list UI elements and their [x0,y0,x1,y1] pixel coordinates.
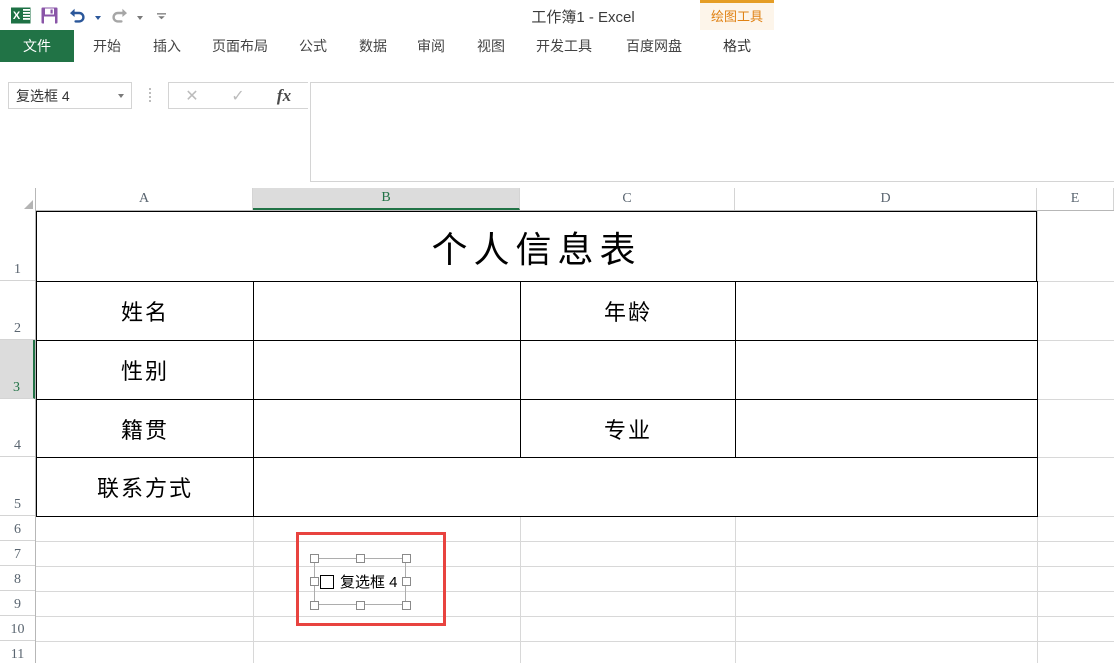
row-headers: 1 2 3 4 5 6 7 8 9 10 11 [0,211,36,663]
column-headers: ABCDE [0,188,1114,211]
resize-handle-w[interactable] [309,577,319,586]
resize-handle-e[interactable] [401,577,411,586]
formula-input[interactable] [310,82,1114,182]
chevron-down-icon[interactable] [111,93,131,98]
cell-b5-value[interactable] [253,457,1038,517]
checkbox-label: 复选框 4 [340,574,398,591]
cell-a2-name[interactable]: 姓名 [36,281,254,341]
cell-area: 个人信息表 姓名 年龄性别 籍贯 专业联系方式 复选框 4 [36,211,1114,663]
row-header-6[interactable]: 6 [0,516,35,541]
window-title: 工作簿1 - Excel [0,6,1114,27]
cell-c3-value[interactable] [520,340,736,400]
formula-bar-grip [149,88,152,102]
cell-b4-value[interactable] [253,399,521,458]
cell-c2-age[interactable]: 年龄 [520,281,736,341]
resize-handle-se[interactable] [401,600,411,610]
row-header-9[interactable]: 9 [0,591,35,616]
row-header-5[interactable]: 5 [0,457,35,516]
cell-b3-value[interactable] [253,340,521,400]
cell-c4-major[interactable]: 专业 [520,399,736,458]
tab-10[interactable]: 格式 [700,30,774,62]
row-header-3[interactable]: 3 [0,340,35,399]
name-box[interactable]: 复选框 4 [8,82,132,109]
tab-file[interactable]: 文件 [0,30,74,62]
gridline-horizontal [36,541,1114,542]
tab-6[interactable]: 审阅 [404,30,458,62]
column-header-A[interactable]: A [36,188,253,210]
tab-9[interactable]: 百度网盘 [612,30,696,62]
tab-2[interactable]: 插入 [140,30,194,62]
cancel-formula-button[interactable]: ✕ [169,83,215,108]
gridline-horizontal [36,566,1114,567]
resize-handle-nw[interactable] [309,553,319,563]
tab-1[interactable]: 开始 [80,30,134,62]
row-header-1[interactable]: 1 [0,211,35,281]
cell-a4-hometown[interactable]: 籍贯 [36,399,254,458]
excel-window: X 工作簿1 - Excel 绘图工具 文件 开始 插入 页面布局 公式 数据 … [0,0,1114,663]
gridline-horizontal [36,641,1114,642]
checkbox-content: 复选框 4 [320,558,398,605]
cell-a5-contact[interactable]: 联系方式 [36,457,254,517]
tab-7[interactable]: 视图 [464,30,518,62]
row-header-4[interactable]: 4 [0,399,35,457]
checkbox-form-control[interactable]: 复选框 4 [309,553,411,610]
worksheet-grid: ABCDE 1 2 3 4 5 6 7 8 9 10 11 个人信息表 姓名 年龄性别 籍贯 专业联系方式 … [0,188,1114,663]
select-all-corner[interactable] [0,188,36,211]
column-header-B[interactable]: B [253,188,520,210]
column-header-D[interactable]: D [735,188,1037,210]
resize-handle-n[interactable] [355,553,365,563]
tab-8[interactable]: 开发工具 [522,30,606,62]
window-title-text: 工作簿1 - Excel [531,9,635,26]
formula-bar-area: 复选框 4 ✕ ✓ fx [0,62,1114,188]
formula-action-buttons: ✕ ✓ fx [168,82,308,109]
row-header-7[interactable]: 7 [0,541,35,566]
column-header-E[interactable]: E [1037,188,1114,210]
select-all-triangle-icon [24,200,33,209]
cell-a3-gender[interactable]: 性别 [36,340,254,400]
cell-b2-value[interactable] [253,281,521,341]
cell-title[interactable]: 个人信息表 [36,211,1037,282]
tab-3[interactable]: 页面布局 [198,30,282,62]
cell-d2-value[interactable] [735,281,1038,341]
tab-4[interactable]: 公式 [286,30,340,62]
name-box-value: 复选框 4 [16,87,70,104]
gridline-horizontal [36,591,1114,592]
gridline-horizontal [36,616,1114,617]
contextual-tool-accent-bar [700,0,774,3]
resize-handle-sw[interactable] [309,600,319,610]
row-header-8[interactable]: 8 [0,566,35,591]
row-header-11[interactable]: 11 [0,641,35,663]
contextual-tool-label: 绘图工具 [710,9,763,24]
tab-5[interactable]: 数据 [346,30,400,62]
title-bar: X 工作簿1 - Excel [0,0,1114,30]
cell-d3-value[interactable] [735,340,1038,400]
column-header-C[interactable]: C [520,188,735,210]
checkbox-box-icon[interactable] [320,574,334,589]
cell-d4-value[interactable] [735,399,1038,458]
resize-handle-ne[interactable] [401,553,411,563]
insert-function-icon[interactable]: fx [261,83,307,108]
resize-handle-s[interactable] [355,600,365,610]
ribbon-tab-strip: 文件 开始 插入 页面布局 公式 数据 审阅 视图 开发工具 百度网盘 格式 [0,30,1114,63]
confirm-formula-button[interactable]: ✓ [215,83,261,108]
row-header-2[interactable]: 2 [0,281,35,340]
row-header-10[interactable]: 10 [0,616,35,641]
